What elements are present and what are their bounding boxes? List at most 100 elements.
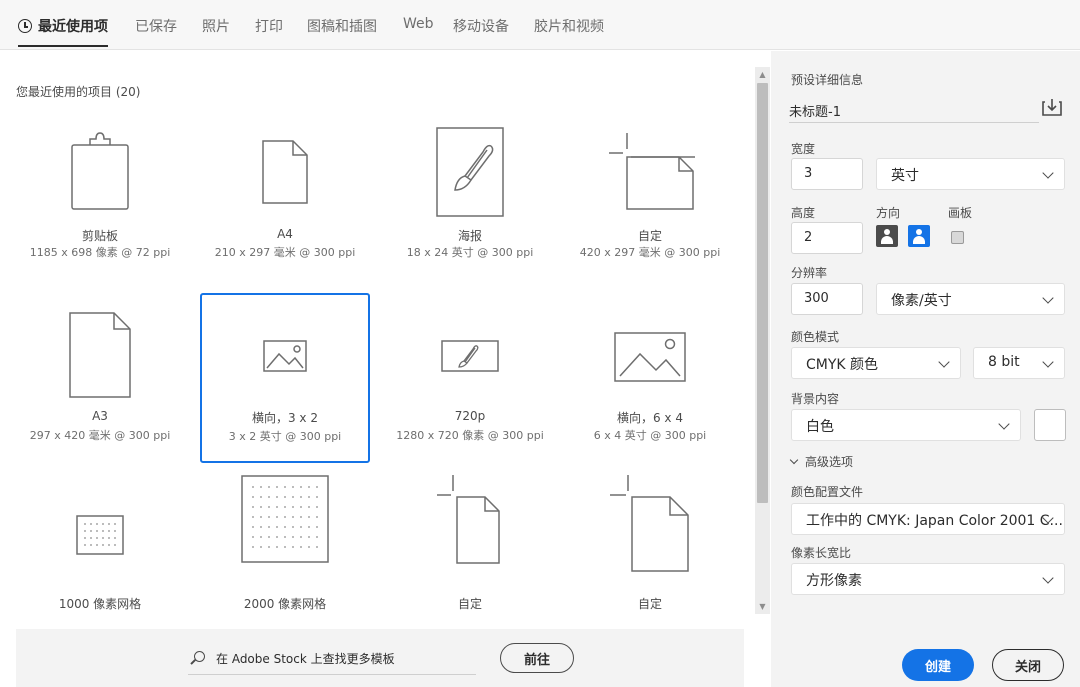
preset-card-a4[interactable]: A4 210 x 297 毫米 @ 300 ppi: [200, 126, 370, 296]
tab-art-illustration[interactable]: 图稿和插图: [307, 16, 377, 36]
preset-card-custom-b[interactable]: 自定: [385, 471, 555, 614]
adobe-stock-bar: 在 Adobe Stock 上查找更多模板 前往: [16, 629, 744, 687]
tab-mobile[interactable]: 移动设备: [453, 16, 509, 36]
preset-name: 横向，6 x 4: [616, 411, 683, 425]
resolution-label: 分辨率: [791, 266, 828, 280]
background-select[interactable]: 白色: [791, 409, 1021, 441]
preset-card-2000px-grid[interactable]: 2000 像素网格: [200, 471, 370, 614]
scroll-thumb[interactable]: [757, 83, 768, 503]
landscape-orientation-button[interactable]: [908, 225, 930, 247]
preset-name: 横向，3 x 2: [251, 411, 318, 425]
tab-web[interactable]: Web: [403, 16, 434, 32]
preset-category-tabs: 最近使用项 已保存 照片 打印 图稿和插图 Web 移动设备 胶片和视频: [0, 0, 1080, 50]
resolution-unit-select[interactable]: 像素/英寸: [876, 283, 1065, 315]
preset-card-custom-c[interactable]: 自定: [565, 471, 735, 614]
go-button[interactable]: 前往: [500, 643, 574, 673]
preset-name: 自定: [637, 229, 662, 243]
chevron-down-icon: [1042, 572, 1054, 584]
resolution-unit-value: 像素/英寸: [891, 293, 952, 309]
pixel-aspect-select[interactable]: 方形像素: [791, 563, 1065, 595]
preset-card-landscape-6x4[interactable]: 横向，6 x 4 6 x 4 英寸 @ 300 ppi: [565, 296, 735, 466]
custom-document-icon: [565, 473, 735, 573]
background-value: 白色: [806, 419, 834, 435]
preset-name: 2000 像素网格: [243, 597, 327, 611]
preset-name: A4: [277, 227, 293, 241]
chevron-down-icon: [1042, 167, 1054, 179]
background-color-swatch[interactable]: [1034, 409, 1066, 441]
recent-presets-panel: 您最近使用的项目 (20) 剪贴板 1185 x 698 像素 @ 72 ppi…: [0, 51, 770, 687]
save-preset-icon[interactable]: [1042, 98, 1062, 116]
preset-card-poster[interactable]: 海报 18 x 24 英寸 @ 300 ppi: [385, 126, 555, 296]
preset-details-header: 预设详细信息: [791, 73, 864, 87]
tab-saved[interactable]: 已保存: [135, 16, 177, 36]
height-input[interactable]: 2: [791, 222, 863, 254]
advanced-options-label: 高级选项: [805, 455, 854, 469]
color-mode-label: 颜色模式: [791, 330, 840, 344]
preset-meta: 1280 x 720 像素 @ 300 ppi: [396, 429, 544, 442]
preset-scrollbar[interactable]: ▲ ▼: [755, 67, 770, 614]
chevron-down-icon: [789, 455, 799, 465]
preset-details-panel: 预设详细信息 未标题-1 宽度 3 英寸 高度 方向 画板 2 分辨率 300 …: [771, 51, 1080, 687]
pixel-aspect-label: 像素长宽比: [791, 546, 852, 560]
search-icon: [194, 651, 205, 662]
create-button[interactable]: 创建: [902, 649, 974, 681]
height-label: 高度: [791, 206, 816, 220]
preset-name: 720p: [454, 409, 486, 423]
preset-meta: 210 x 297 毫米 @ 300 ppi: [214, 246, 356, 259]
person-icon: [884, 229, 890, 235]
pixel-grid-icon: [15, 515, 185, 555]
portrait-orientation-button[interactable]: [876, 225, 898, 247]
tab-film-video[interactable]: 胶片和视频: [534, 16, 604, 36]
artboard-checkbox[interactable]: [951, 231, 964, 244]
pixel-grid-icon: [200, 475, 370, 563]
person-body: [881, 236, 893, 244]
custom-document-icon: [385, 473, 555, 565]
color-mode-value: CMYK 颜色: [806, 357, 879, 373]
resolution-input[interactable]: 300: [791, 283, 863, 315]
scroll-down-arrow-icon[interactable]: ▼: [758, 602, 767, 611]
bit-depth-select[interactable]: 8 bit: [973, 347, 1065, 379]
stock-search-label: 在 Adobe Stock 上查找更多模板: [216, 652, 395, 666]
chevron-down-icon: [938, 356, 950, 368]
preset-grid: 您最近使用的项目 (20) 剪贴板 1185 x 698 像素 @ 72 ppi…: [0, 51, 755, 614]
preset-name: 1000 像素网格: [58, 597, 142, 611]
preset-card-a3[interactable]: A3 297 x 420 毫米 @ 300 ppi: [15, 296, 185, 466]
tab-print[interactable]: 打印: [255, 16, 283, 36]
stock-search-field[interactable]: 在 Adobe Stock 上查找更多模板: [188, 649, 476, 675]
document-portrait-icon: [200, 139, 370, 205]
color-profile-label: 颜色配置文件: [791, 485, 864, 499]
width-label: 宽度: [791, 142, 816, 156]
width-unit-select[interactable]: 英寸: [876, 158, 1065, 190]
person-body: [913, 236, 925, 244]
close-button[interactable]: 关闭: [992, 649, 1064, 681]
preset-card-landscape-3x2[interactable]: 横向，3 x 2 3 x 2 英寸 @ 300 ppi: [200, 293, 370, 463]
orientation-label: 方向: [876, 206, 901, 220]
document-name-field[interactable]: 未标题-1: [789, 95, 1039, 123]
clipboard-icon: [15, 131, 185, 211]
preset-card-720p[interactable]: 720p 1280 x 720 像素 @ 300 ppi: [385, 296, 555, 466]
tab-recent[interactable]: 最近使用项: [18, 16, 108, 47]
bit-depth-value: 8 bit: [988, 354, 1020, 370]
preset-card-custom-a[interactable]: 自定 420 x 297 毫米 @ 300 ppi: [565, 126, 735, 296]
preset-meta: 1185 x 698 像素 @ 72 ppi: [29, 246, 171, 259]
color-mode-select[interactable]: CMYK 颜色: [791, 347, 961, 379]
recent-items-title: 您最近使用的项目 (20): [16, 85, 141, 99]
width-input[interactable]: 3: [791, 158, 863, 190]
preset-name: 自定: [457, 597, 482, 611]
preset-meta: 297 x 420 毫米 @ 300 ppi: [29, 429, 171, 442]
color-profile-select[interactable]: 工作中的 CMYK: Japan Color 2001 C...: [791, 503, 1065, 535]
tab-photo[interactable]: 照片: [202, 16, 230, 36]
preset-meta: 18 x 24 英寸 @ 300 ppi: [406, 246, 534, 259]
person-icon: [916, 229, 922, 235]
preset-name: 剪贴板: [81, 229, 118, 243]
chevron-down-icon: [1042, 292, 1054, 304]
preset-card-clipboard[interactable]: 剪贴板 1185 x 698 像素 @ 72 ppi: [15, 126, 185, 296]
preset-card-1000px-grid[interactable]: 1000 像素网格: [15, 471, 185, 614]
scroll-up-arrow-icon[interactable]: ▲: [758, 70, 767, 79]
tab-recent-label: 最近使用项: [38, 19, 108, 35]
poster-brush-icon: [385, 126, 555, 218]
advanced-options-toggle[interactable]: 高级选项: [789, 453, 854, 470]
color-profile-value: 工作中的 CMYK: Japan Color 2001 C...: [806, 513, 1063, 529]
chevron-down-icon: [998, 418, 1010, 430]
width-unit-value: 英寸: [891, 168, 919, 184]
